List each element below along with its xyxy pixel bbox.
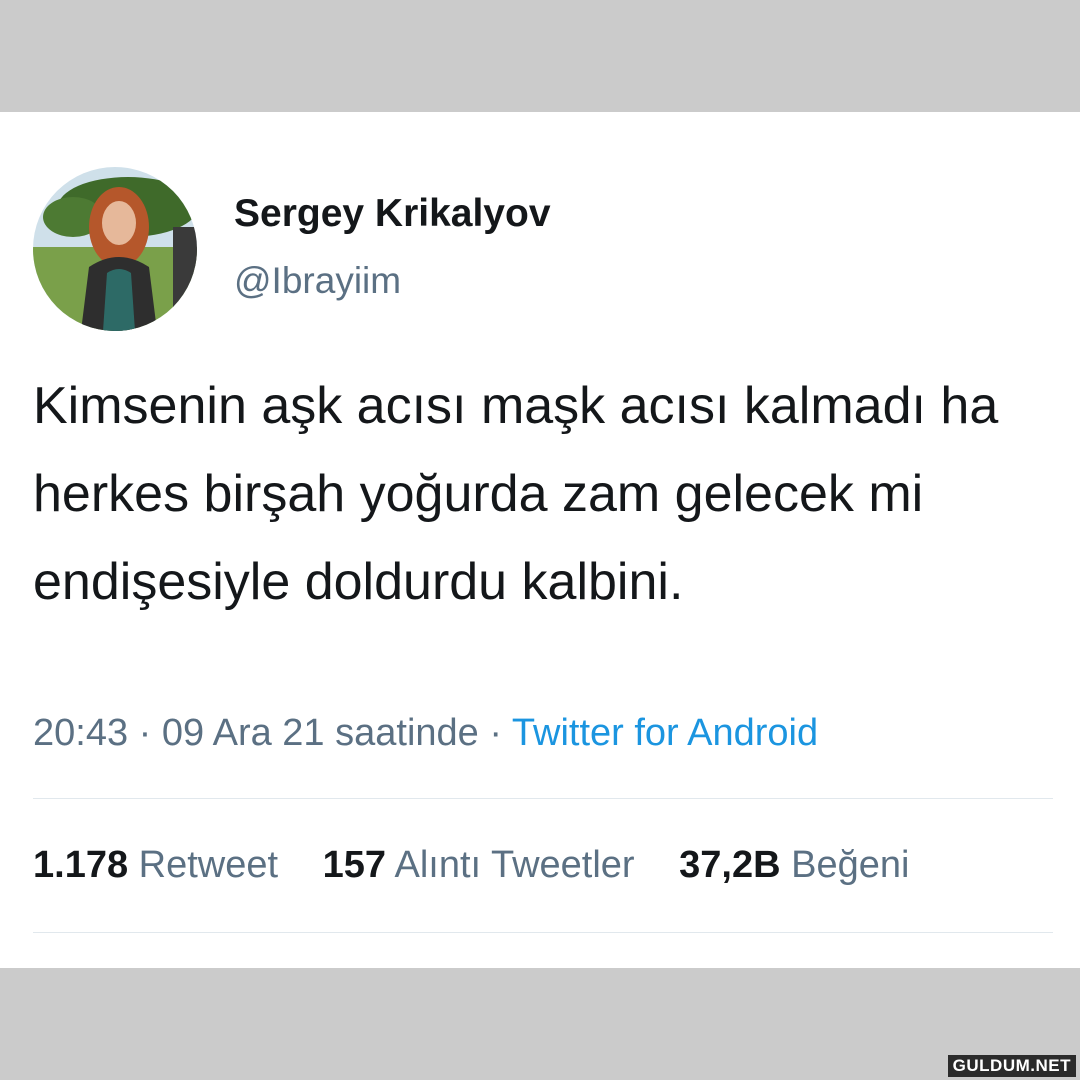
tweet-source-link[interactable]: Twitter for Android <box>512 712 818 754</box>
user-handle[interactable]: @Ibrayiim <box>234 260 401 302</box>
tweet-text: Kimsenin aşk acısı maşk acısı kalmadı ha… <box>33 377 999 611</box>
meta-separator: · <box>489 712 503 754</box>
watermark: GULDUM.NET <box>947 1055 1076 1077</box>
retweets-label: Retweet <box>138 844 279 886</box>
quotes-stat[interactable]: 157 Alıntı Tweetler <box>323 844 635 887</box>
display-name[interactable]: Sergey Krikalyov <box>234 192 551 236</box>
tweet-meta: 20:43 · 09 Ara 21 saatinde · Twitter for… <box>33 712 818 755</box>
tweet-card: Sergey Krikalyov @Ibrayiim Kimsenin aşk … <box>0 112 1080 968</box>
tweet-stats: 1.178 Retweet 157 Alıntı Tweetler 37,2B … <box>33 844 909 887</box>
meta-separator: · <box>138 712 152 754</box>
avatar[interactable] <box>33 167 197 331</box>
likes-count: 37,2B <box>679 844 781 886</box>
tweet-date[interactable]: 09 Ara 21 saatinde <box>162 712 479 754</box>
quotes-count: 157 <box>322 844 387 886</box>
profile-photo <box>33 167 197 331</box>
likes-stat[interactable]: 37,2B Beğeni <box>679 844 909 887</box>
likes-label: Beğeni <box>791 844 910 886</box>
divider <box>33 798 1053 799</box>
retweets-count: 1.178 <box>33 844 129 886</box>
quotes-label: Alıntı Tweetler <box>394 844 635 886</box>
tweet-time[interactable]: 20:43 <box>33 712 128 754</box>
divider <box>33 932 1053 933</box>
retweets-stat[interactable]: 1.178 Retweet <box>33 844 278 887</box>
